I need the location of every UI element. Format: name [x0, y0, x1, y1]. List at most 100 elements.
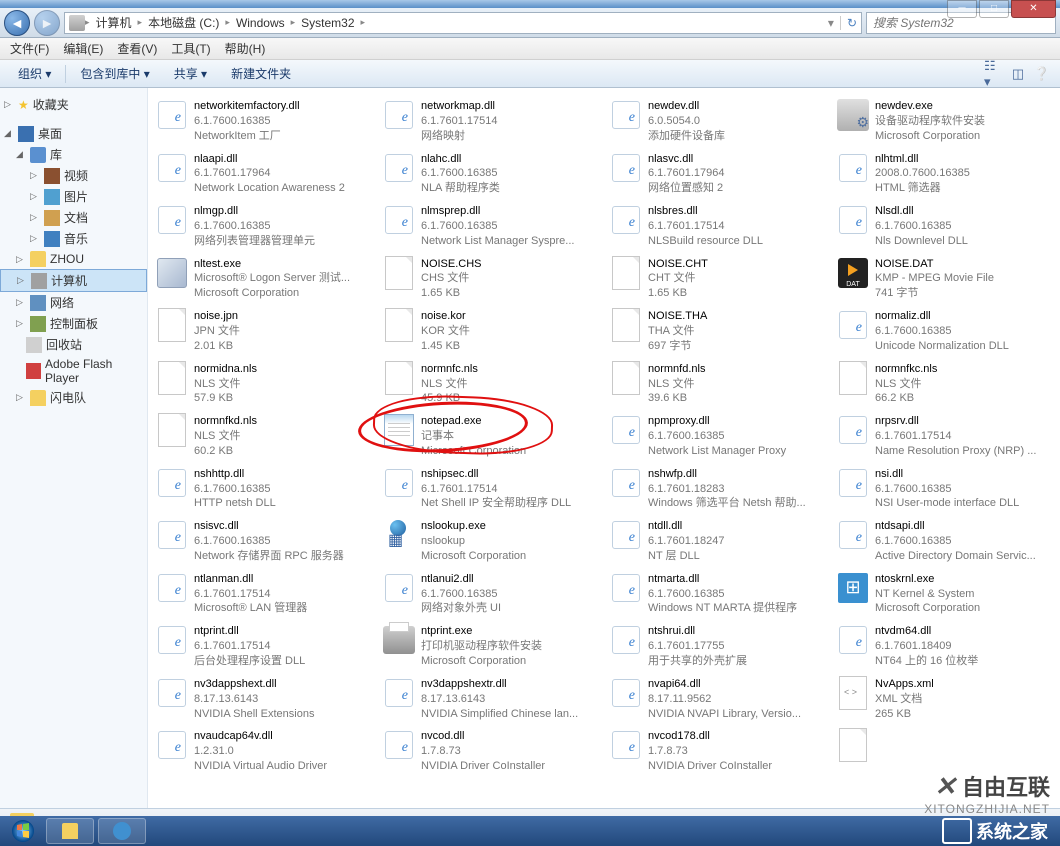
- file-item[interactable]: NOISE.DATKMP - MPEG Movie File741 字节: [833, 254, 1056, 305]
- file-item[interactable]: nsisvc.dll6.1.7600.16385Network 存储界面 RPC…: [152, 516, 375, 567]
- file-item[interactable]: ntmarta.dll6.1.7600.16385Windows NT MART…: [606, 569, 829, 620]
- file-item[interactable]: ntlanman.dll6.1.7601.17514Microsoft® LAN…: [152, 569, 375, 620]
- share-button[interactable]: 共享 ▾: [164, 62, 217, 85]
- file-item[interactable]: ntshrui.dll6.1.7601.17755用于共享的外壳扩展: [606, 621, 829, 672]
- task-explorer[interactable]: [46, 818, 94, 844]
- tree-videos[interactable]: ▷视频: [0, 165, 147, 186]
- include-library-button[interactable]: 包含到库中 ▾: [70, 62, 159, 85]
- file-item[interactable]: normidna.nlsNLS 文件57.9 KB: [152, 359, 375, 410]
- blank-icon: [156, 362, 188, 394]
- crumb-computer[interactable]: 计算机: [90, 14, 138, 31]
- forward-button[interactable]: ►: [34, 10, 60, 36]
- file-item[interactable]: nlahc.dll6.1.7600.16385NLA 帮助程序类: [379, 149, 602, 200]
- file-item[interactable]: nrpsrv.dll6.1.7601.17514Name Resolution …: [833, 411, 1056, 462]
- breadcrumb[interactable]: ▸ 计算机 ▸ 本地磁盘 (C:) ▸ Windows ▸ System32 ▸…: [64, 12, 862, 34]
- blank-icon: [383, 362, 415, 394]
- tree-flash[interactable]: Adobe Flash Player: [0, 355, 147, 387]
- file-item[interactable]: nvcod178.dll1.7.8.73NVIDIA Driver CoInst…: [606, 726, 829, 777]
- file-item[interactable]: normnfkc.nlsNLS 文件66.2 KB: [833, 359, 1056, 410]
- file-item[interactable]: normaliz.dll6.1.7600.16385Unicode Normal…: [833, 306, 1056, 357]
- minimize-button[interactable]: ─: [947, 0, 977, 18]
- menu-help[interactable]: 帮助(H): [219, 38, 272, 59]
- file-detail: 8.17.11.9562: [648, 692, 825, 707]
- file-item[interactable]: nslookup.exenslookupMicrosoft Corporatio…: [379, 516, 602, 567]
- file-item[interactable]: nlhtml.dll2008.0.7600.16385HTML 筛选器: [833, 149, 1056, 200]
- file-item[interactable]: nlmsprep.dll6.1.7600.16385Network List M…: [379, 201, 602, 252]
- tree-recycle[interactable]: 回收站: [0, 334, 147, 355]
- menu-edit[interactable]: 编辑(E): [57, 38, 109, 59]
- file-item[interactable]: noise.korKOR 文件1.45 KB: [379, 306, 602, 357]
- file-item[interactable]: normnfd.nlsNLS 文件39.6 KB: [606, 359, 829, 410]
- tree-other[interactable]: ▷闪电队: [0, 387, 147, 408]
- tree-libraries[interactable]: ◢库: [0, 144, 147, 165]
- file-item[interactable]: nlaapi.dll6.1.7601.17964Network Location…: [152, 149, 375, 200]
- file-item[interactable]: nv3dappshext.dll8.17.13.6143NVIDIA Shell…: [152, 674, 375, 725]
- view-options-icon[interactable]: ☷ ▾: [984, 64, 1004, 84]
- close-button[interactable]: ✕: [1011, 0, 1056, 18]
- file-item[interactable]: networkitemfactory.dll6.1.7600.16385Netw…: [152, 96, 375, 147]
- file-item[interactable]: ntprint.exe打印机驱动程序软件安装Microsoft Corporat…: [379, 621, 602, 672]
- tree-network[interactable]: ▷网络: [0, 292, 147, 313]
- file-item[interactable]: ⊞ntoskrnl.exeNT Kernel & SystemMicrosoft…: [833, 569, 1056, 620]
- maximize-button[interactable]: □: [979, 0, 1009, 18]
- file-item[interactable]: Nlsdl.dll6.1.7600.16385Nls Downlevel DLL: [833, 201, 1056, 252]
- file-item[interactable]: nv3dappshextr.dll8.17.13.6143NVIDIA Simp…: [379, 674, 602, 725]
- file-item[interactable]: nlmgp.dll6.1.7600.16385网络列表管理器管理单元: [152, 201, 375, 252]
- file-item[interactable]: noise.jpnJPN 文件2.01 KB: [152, 306, 375, 357]
- crumb-windows[interactable]: Windows: [230, 16, 291, 30]
- file-item[interactable]: ntdsapi.dll6.1.7600.16385Active Director…: [833, 516, 1056, 567]
- file-item[interactable]: nvaudcap64v.dll1.2.31.0NVIDIA Virtual Au…: [152, 726, 375, 777]
- tree-control-panel[interactable]: ▷控制面板: [0, 313, 147, 334]
- file-detail: 设备驱动程序软件安装: [875, 114, 1052, 129]
- file-item[interactable]: normnfkd.nlsNLS 文件60.2 KB: [152, 411, 375, 462]
- file-item[interactable]: nvapi64.dll8.17.11.9562NVIDIA NVAPI Libr…: [606, 674, 829, 725]
- file-item[interactable]: nshhttp.dll6.1.7600.16385HTTP netsh DLL: [152, 464, 375, 515]
- menu-view[interactable]: 查看(V): [111, 38, 163, 59]
- menu-file[interactable]: 文件(F): [4, 38, 55, 59]
- file-item[interactable]: newdev.exe设备驱动程序软件安装Microsoft Corporatio…: [833, 96, 1056, 147]
- preview-pane-icon[interactable]: ◫: [1008, 64, 1028, 84]
- file-item[interactable]: ntlanui2.dll6.1.7600.16385网络对象外壳 UI: [379, 569, 602, 620]
- task-app[interactable]: [98, 818, 146, 844]
- file-item[interactable]: nsi.dll6.1.7600.16385NSI User-mode inter…: [833, 464, 1056, 515]
- file-item[interactable]: NOISE.CHSCHS 文件1.65 KB: [379, 254, 602, 305]
- file-item[interactable]: NvApps.xmlXML 文档265 KB: [833, 674, 1056, 725]
- menu-tools[interactable]: 工具(T): [165, 38, 216, 59]
- file-name: normnfd.nls: [648, 362, 825, 377]
- file-detail: NVIDIA Simplified Chinese lan...: [421, 707, 598, 722]
- file-item[interactable]: normnfc.nlsNLS 文件45.9 KB: [379, 359, 602, 410]
- file-item[interactable]: npmproxy.dll6.1.7600.16385Network List M…: [606, 411, 829, 462]
- file-item[interactable]: NOISE.THATHA 文件697 字节: [606, 306, 829, 357]
- tree-desktop[interactable]: ◢桌面: [0, 123, 147, 144]
- file-name: networkmap.dll: [421, 99, 598, 114]
- file-item[interactable]: notepad.exe记事本Microsoft Corporation: [379, 411, 602, 462]
- new-folder-button[interactable]: 新建文件夹: [221, 62, 301, 85]
- crumb-system32[interactable]: System32: [295, 16, 360, 30]
- file-item[interactable]: ntvdm64.dll6.1.7601.18409NT64 上的 16 位枚举: [833, 621, 1056, 672]
- file-item[interactable]: nlsbres.dll6.1.7601.17514NLSBuild resour…: [606, 201, 829, 252]
- file-item[interactable]: ntprint.dll6.1.7601.17514后台处理程序设置 DLL: [152, 621, 375, 672]
- tree-computer[interactable]: ▷计算机: [0, 269, 147, 292]
- file-item[interactable]: nshwfp.dll6.1.7601.18283Windows 筛选平台 Net…: [606, 464, 829, 515]
- file-item[interactable]: networkmap.dll6.1.7601.17514网络映射: [379, 96, 602, 147]
- file-item[interactable]: nvcod.dll1.7.8.73NVIDIA Driver CoInstall…: [379, 726, 602, 777]
- file-item[interactable]: NOISE.CHTCHT 文件1.65 KB: [606, 254, 829, 305]
- file-item[interactable]: nshipsec.dll6.1.7601.17514Net Shell IP 安…: [379, 464, 602, 515]
- crumb-drive[interactable]: 本地磁盘 (C:): [142, 14, 225, 31]
- tree-music[interactable]: ▷音乐: [0, 228, 147, 249]
- tree-pictures[interactable]: ▷图片: [0, 186, 147, 207]
- tree-favorites[interactable]: ▷★收藏夹: [0, 94, 147, 115]
- organize-button[interactable]: 组织 ▾: [8, 62, 61, 85]
- file-item[interactable]: nlasvc.dll6.1.7601.17964网络位置感知 2: [606, 149, 829, 200]
- file-item[interactable]: newdev.dll6.0.5054.0添加硬件设备库: [606, 96, 829, 147]
- help-icon[interactable]: ❔: [1032, 64, 1052, 84]
- start-button[interactable]: [4, 817, 42, 845]
- file-detail: 后台处理程序设置 DLL: [194, 654, 371, 669]
- file-list[interactable]: networkitemfactory.dll6.1.7600.16385Netw…: [148, 88, 1060, 808]
- tree-user[interactable]: ▷ZHOU: [0, 249, 147, 269]
- file-item[interactable]: ntdll.dll6.1.7601.18247NT 层 DLL: [606, 516, 829, 567]
- tree-documents[interactable]: ▷文档: [0, 207, 147, 228]
- file-detail: 6.1.7601.17514: [194, 587, 371, 602]
- back-button[interactable]: ◄: [4, 10, 30, 36]
- file-item[interactable]: nltest.exeMicrosoft® Logon Server 测试...M…: [152, 254, 375, 305]
